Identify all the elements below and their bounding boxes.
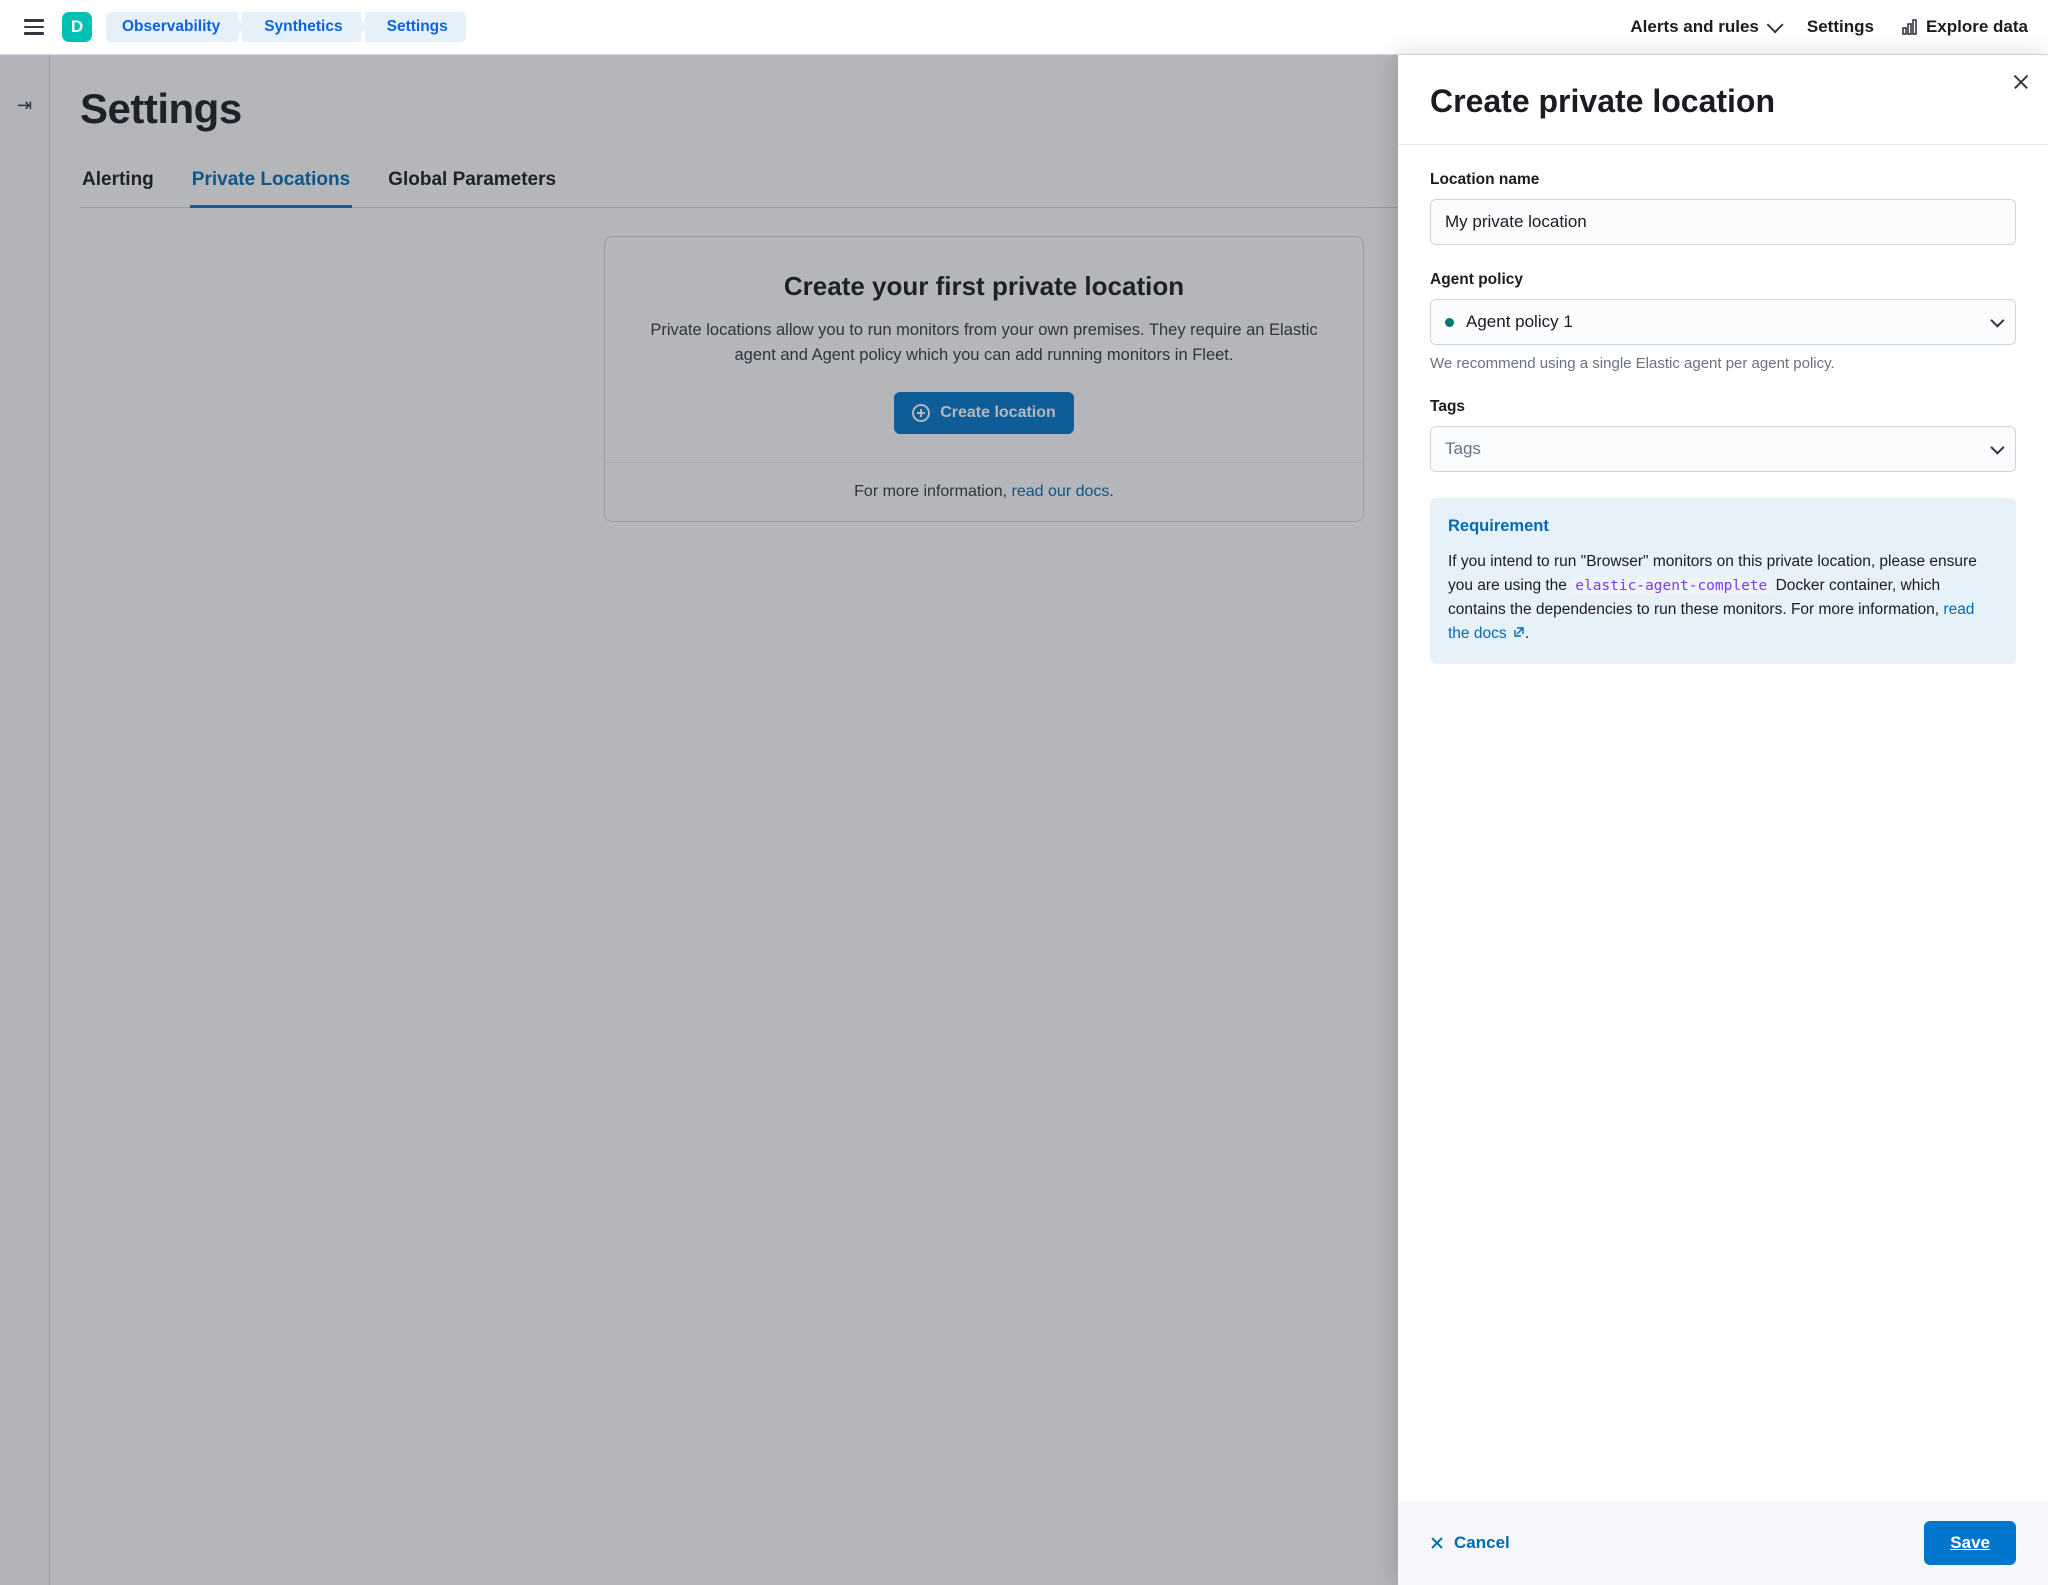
external-link-icon: [1513, 626, 1525, 638]
callout-title: Requirement: [1448, 514, 1998, 540]
header-left: D Observability Synthetics Settings: [20, 12, 466, 42]
close-icon[interactable]: [2012, 73, 2030, 91]
chevron-down-icon: [1990, 441, 2004, 455]
tags-label: Tags: [1430, 398, 2016, 416]
flyout-footer: Cancel Save: [1398, 1501, 2048, 1585]
bar-chart-icon: [1902, 19, 1918, 35]
cancel-button[interactable]: Cancel: [1430, 1533, 1510, 1553]
agent-policy-select[interactable]: Agent policy 1: [1430, 299, 2016, 345]
alerts-rules-label: Alerts and rules: [1630, 17, 1759, 37]
agent-policy-row: Agent policy Agent policy 1 We recommend…: [1430, 271, 2016, 372]
location-name-label: Location name: [1430, 171, 2016, 189]
agent-policy-helper: We recommend using a single Elastic agen…: [1430, 355, 2016, 372]
location-name-row: Location name: [1430, 171, 2016, 245]
callout-body: If you intend to run "Browser" monitors …: [1448, 550, 1998, 646]
agent-policy-label: Agent policy: [1430, 271, 2016, 289]
create-location-flyout: Create private location Location name Ag…: [1398, 55, 2048, 1585]
tags-placeholder: Tags: [1445, 439, 1481, 459]
breadcrumb-observability[interactable]: Observability: [106, 12, 238, 42]
header-settings-label: Settings: [1807, 17, 1874, 37]
agent-policy-value: Agent policy 1: [1466, 312, 1573, 332]
tags-row: Tags Tags: [1430, 398, 2016, 472]
app-badge[interactable]: D: [62, 12, 92, 42]
status-dot-icon: [1445, 318, 1454, 327]
explore-data-link[interactable]: Explore data: [1902, 17, 2028, 37]
alerts-rules-menu[interactable]: Alerts and rules: [1630, 17, 1779, 37]
breadcrumb: Observability Synthetics Settings: [106, 12, 466, 42]
location-name-input[interactable]: [1430, 199, 2016, 245]
tags-select[interactable]: Tags: [1430, 426, 2016, 472]
close-icon: [1430, 1536, 1444, 1550]
explore-data-label: Explore data: [1926, 17, 2028, 37]
callout-code: elastic-agent-complete: [1571, 577, 1771, 595]
breadcrumb-synthetics[interactable]: Synthetics: [242, 12, 360, 42]
requirement-callout: Requirement If you intend to run "Browse…: [1430, 498, 2016, 664]
flyout-header: Create private location: [1398, 55, 2048, 145]
nav-hamburger-icon[interactable]: [20, 15, 48, 39]
top-header: D Observability Synthetics Settings Aler…: [0, 0, 2048, 55]
header-settings-link[interactable]: Settings: [1807, 17, 1874, 37]
flyout-title: Create private location: [1430, 83, 2016, 120]
header-right: Alerts and rules Settings Explore data: [1630, 17, 2028, 37]
save-button[interactable]: Save: [1924, 1521, 2016, 1565]
breadcrumb-settings[interactable]: Settings: [365, 12, 466, 42]
flyout-body: Location name Agent policy Agent policy …: [1398, 145, 2048, 1501]
chevron-down-icon: [1990, 314, 2004, 328]
cancel-label: Cancel: [1454, 1533, 1510, 1553]
chevron-down-icon: [1767, 16, 1784, 33]
